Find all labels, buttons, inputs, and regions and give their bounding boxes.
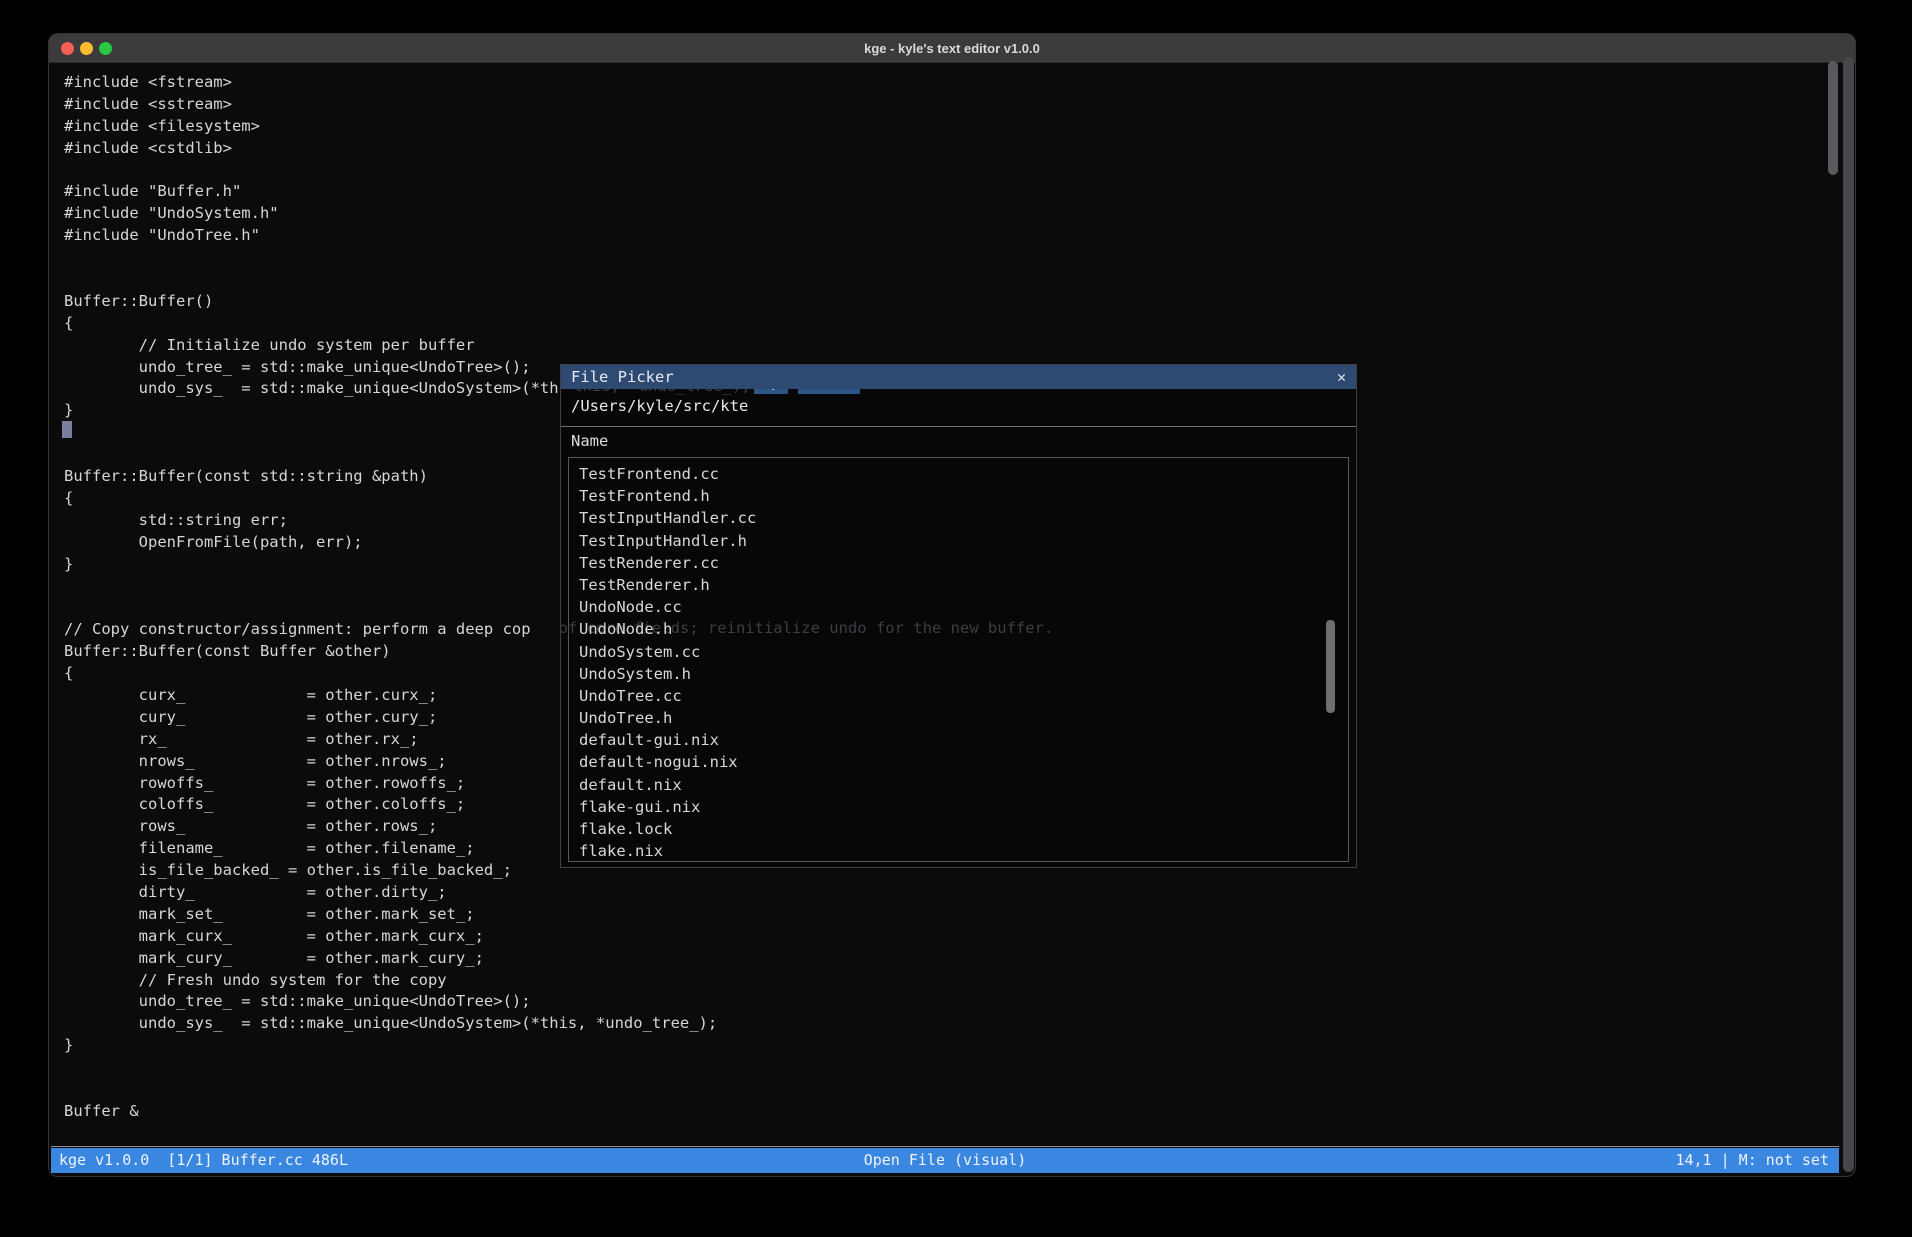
file-item[interactable]: UndoNode.cc xyxy=(569,596,1348,618)
code-line: // Initialize undo system per buffer xyxy=(64,335,717,357)
file-item[interactable]: TestFrontend.cc xyxy=(569,463,1348,485)
desktop: kge - kyle's text editor v1.0.0 #include… xyxy=(0,0,1912,1237)
statusbar-divider xyxy=(51,1146,1839,1147)
file-item[interactable]: flake-gui.nix xyxy=(569,796,1348,818)
code-line: undo_sys_ = std::make_unique<UndoSystem>… xyxy=(64,1013,717,1035)
file-picker-dialog: *this, *undo_tree_); y of core fields; r… xyxy=(560,364,1357,868)
file-item[interactable]: TestInputHandler.cc xyxy=(569,507,1348,529)
code-line: mark_set_ = other.mark_set_; xyxy=(64,904,717,926)
code-line: } xyxy=(64,1035,717,1057)
file-item[interactable]: flake.nix xyxy=(569,840,1348,862)
code-line: #include "Buffer.h" xyxy=(64,181,717,203)
file-item[interactable]: UndoTree.h xyxy=(569,707,1348,729)
file-item[interactable]: UndoSystem.cc xyxy=(569,641,1348,663)
window-title: kge - kyle's text editor v1.0.0 xyxy=(49,34,1855,63)
file-item[interactable]: TestFrontend.h xyxy=(569,485,1348,507)
code-line: undo_tree_ = std::make_unique<UndoTree>(… xyxy=(64,991,717,1013)
code-line: #include "UndoSystem.h" xyxy=(64,203,717,225)
file-item[interactable]: UndoTree.cc xyxy=(569,685,1348,707)
current-path-label: /Users/kyle/src/kte xyxy=(571,389,748,423)
code-line: mark_cury_ = other.mark_cury_; xyxy=(64,948,717,970)
code-line: dirty_ = other.dirty_; xyxy=(64,882,717,904)
code-line xyxy=(64,1057,717,1079)
status-cursor-mark: 14,1 | M: not set xyxy=(1675,1148,1829,1173)
file-item[interactable]: UndoSystem.h xyxy=(569,663,1348,685)
code-line xyxy=(64,160,717,182)
dialog-close-icon[interactable]: ✕ xyxy=(1337,365,1346,389)
code-line: #include "UndoTree.h" xyxy=(64,225,717,247)
code-line: #include <filesystem> xyxy=(64,116,717,138)
code-line: Buffer::Buffer() xyxy=(64,291,717,313)
name-column-header: Name xyxy=(571,427,608,455)
text-cursor xyxy=(62,421,72,438)
editor-scrollbar-track[interactable] xyxy=(1843,57,1854,1172)
file-item[interactable]: flake.lock xyxy=(569,818,1348,840)
file-item[interactable]: default-nogui.nix xyxy=(569,751,1348,773)
code-line: // Fresh undo system for the copy xyxy=(64,970,717,992)
code-line xyxy=(64,247,717,269)
file-item[interactable]: TestRenderer.h xyxy=(569,574,1348,596)
file-list-scrollbar-thumb[interactable] xyxy=(1326,620,1335,713)
code-line: #include <fstream> xyxy=(64,72,717,94)
file-picker-title: File Picker xyxy=(571,365,674,389)
status-bar: kge v1.0.0 [1/1] Buffer.cc 486L Open Fil… xyxy=(51,1148,1839,1173)
code-line: { xyxy=(64,313,717,335)
file-item[interactable]: default-gui.nix xyxy=(569,729,1348,751)
code-line: mark_curx_ = other.mark_curx_; xyxy=(64,926,717,948)
status-mode: Open File (visual) xyxy=(51,1148,1839,1173)
file-item[interactable]: UndoNode.h xyxy=(569,618,1348,640)
file-item[interactable]: default.nix xyxy=(569,774,1348,796)
file-list[interactable]: TestFrontend.ccTestFrontend.hTestInputHa… xyxy=(568,457,1349,862)
code-line: #include <sstream> xyxy=(64,94,717,116)
code-line xyxy=(64,1079,717,1101)
file-picker-titlebar: File Picker ✕ xyxy=(561,365,1356,389)
file-picker-path-row: /Users/kyle/src/kte xyxy=(561,389,1356,423)
code-line: #include <cstdlib> xyxy=(64,138,717,160)
path-divider xyxy=(561,426,1356,427)
file-item[interactable]: TestInputHandler.h xyxy=(569,530,1348,552)
window-titlebar: kge - kyle's text editor v1.0.0 xyxy=(49,34,1855,63)
file-item[interactable]: TestRenderer.cc xyxy=(569,552,1348,574)
editor-scrollbar-thumb[interactable] xyxy=(1828,61,1838,175)
code-line: Buffer & xyxy=(64,1101,717,1123)
code-line xyxy=(64,269,717,291)
